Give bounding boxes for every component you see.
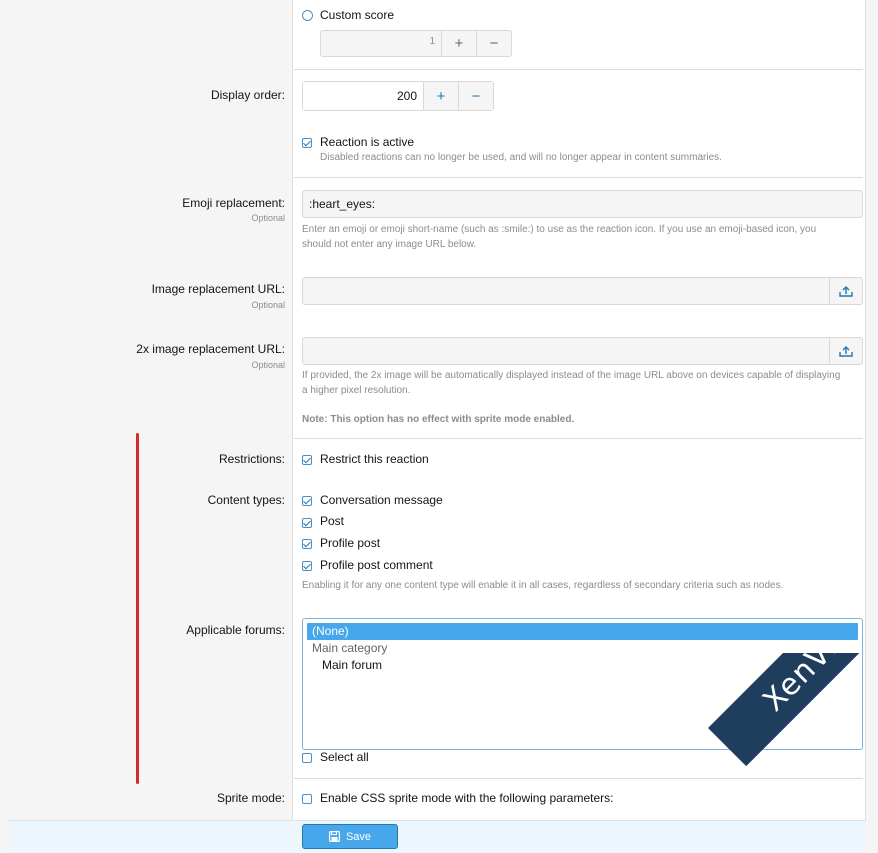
divider [294, 177, 863, 178]
upload-icon [839, 286, 853, 297]
save-button-label: Save [345, 830, 372, 843]
content-type-checkbox-conversation-message[interactable] [302, 496, 312, 506]
divider [294, 69, 863, 70]
sprite-mode-option-label: Enable CSS sprite mode with the followin… [320, 791, 614, 805]
display-order-increment-button[interactable]: + [423, 82, 458, 110]
restrict-reaction-checkbox[interactable] [302, 455, 312, 465]
display-order-stepper[interactable]: 200 + − [302, 81, 494, 111]
upload-icon [839, 346, 853, 357]
select-all-checkbox[interactable] [302, 753, 312, 763]
emoji-replacement-input[interactable]: :heart_eyes: [302, 190, 863, 218]
watermark: XenVn.Com [678, 653, 878, 853]
emoji-replacement-label: Emoji replacement: [182, 196, 285, 210]
image-url-2x-label: 2x image replacement URL: [136, 342, 285, 356]
content-type-label-profile-post: Profile post [320, 536, 381, 550]
restrictions-label: Restrictions: [218, 452, 285, 466]
restrict-reaction-label: Restrict this reaction [320, 452, 429, 466]
content-types-label: Content types: [207, 493, 285, 507]
content-types-hint: Enabling it for any one content type wil… [302, 580, 784, 591]
image-url-input[interactable] [302, 277, 863, 305]
sprite-mode-checkbox[interactable] [302, 794, 312, 804]
content-type-label-post: Post [320, 514, 345, 528]
divider [294, 438, 863, 439]
watermark-text: XenVn.Com [756, 653, 878, 718]
forum-option-none[interactable]: (None) [307, 623, 858, 640]
reaction-active-checkbox[interactable] [302, 138, 312, 148]
image-url-2x-hint-line1: If provided, the 2x image will be automa… [302, 370, 841, 381]
label-column [8, 0, 293, 820]
custom-score-value[interactable]: 1 [321, 31, 441, 56]
sprite-note: Note: This option has no effect with spr… [302, 414, 575, 425]
custom-score-label: Custom score [320, 8, 395, 22]
emoji-hint-line2: should not enter any image URL below. [302, 239, 477, 250]
image-url-2x-optional-label: Optional [251, 360, 285, 370]
sprite-mode-label: Sprite mode: [216, 791, 285, 805]
emoji-replacement-value: :heart_eyes: [309, 197, 376, 211]
custom-score-decrement-button[interactable]: − [476, 31, 511, 56]
select-all-label: Select all [320, 750, 369, 764]
image-url-2x-input[interactable] [302, 337, 863, 365]
custom-score-increment-button[interactable]: + [441, 31, 476, 56]
emoji-optional-label: Optional [251, 213, 285, 223]
image-url-upload-button[interactable] [829, 278, 862, 304]
image-url-label: Image replacement URL: [151, 282, 285, 296]
content-type-label-profile-post-comment: Profile post comment [320, 558, 433, 572]
display-order-label: Display order: [210, 88, 285, 102]
image-url-optional-label: Optional [251, 300, 285, 310]
reaction-active-hint: Disabled reactions can no longer be used… [320, 152, 722, 163]
custom-score-stepper[interactable]: 1 + − [320, 30, 512, 57]
annotation-marker [136, 433, 139, 784]
emoji-hint-line1: Enter an emoji or emoji short-name (such… [302, 224, 817, 235]
content-type-label-conversation-message: Conversation message [320, 493, 443, 507]
reaction-active-label: Reaction is active [320, 135, 415, 149]
display-order-value[interactable]: 200 [303, 82, 423, 110]
custom-score-radio[interactable] [302, 10, 313, 21]
image-url-2x-hint-line2: a higher pixel resolution. [302, 385, 411, 396]
display-order-decrement-button[interactable]: − [458, 82, 493, 110]
content-type-checkbox-profile-post[interactable] [302, 539, 312, 549]
applicable-forums-label: Applicable forums: [186, 623, 285, 637]
image-url-2x-upload-button[interactable] [829, 338, 862, 364]
content-type-checkbox-profile-post-comment[interactable] [302, 561, 312, 571]
watermark-band: XenVn.Com [708, 653, 878, 767]
save-button[interactable]: Save [302, 824, 398, 849]
save-icon [328, 831, 340, 842]
content-type-checkbox-post[interactable] [302, 518, 312, 528]
